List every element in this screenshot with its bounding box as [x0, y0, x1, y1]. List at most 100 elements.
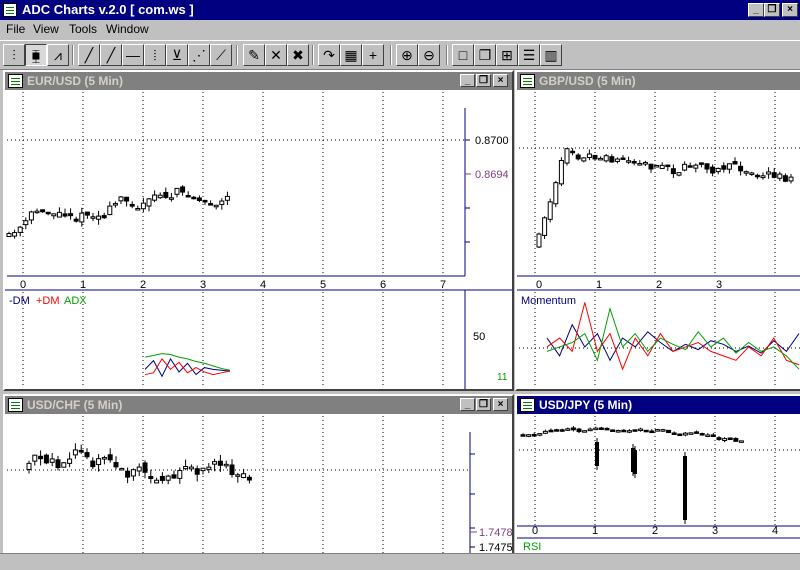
- speed-lines-button[interactable]: ⟋: [210, 44, 232, 66]
- candle-down: [576, 428, 582, 433]
- menu-view[interactable]: View: [33, 22, 59, 36]
- eurusd-maximize-button[interactable]: ❐: [476, 74, 491, 87]
- candle-down: [107, 454, 113, 461]
- eurusd-close-button[interactable]: ×: [493, 74, 508, 87]
- restore-button[interactable]: ❐: [764, 3, 780, 17]
- candle-up: [553, 182, 559, 205]
- refresh-button[interactable]: ↷: [318, 44, 340, 66]
- x-tick-label: 2: [652, 525, 658, 537]
- usdchf-chart-window[interactable]: USD/CHF (5 Min) _ ❐ × 1.7478 1.7475: [3, 394, 514, 556]
- candle-down: [78, 449, 84, 453]
- cascade-button[interactable]: ❐: [474, 44, 496, 66]
- gann-fan-button[interactable]: ⋰: [188, 44, 210, 66]
- candle-up: [118, 196, 124, 202]
- candle-up: [693, 164, 699, 169]
- candle-down: [68, 213, 74, 217]
- usdchf-minimize-button[interactable]: _: [460, 398, 475, 411]
- gbpusd-title-bar[interactable]: GBP/USD (5 Min): [517, 72, 800, 90]
- menu-tools[interactable]: Tools: [69, 22, 97, 36]
- grid-button[interactable]: ▦: [340, 44, 362, 66]
- eurusd-minimize-button[interactable]: _: [460, 74, 475, 87]
- x-tick-label: 1: [80, 279, 86, 291]
- eurusd-window-title: EUR/USD (5 Min): [27, 74, 123, 88]
- bar-chart-button[interactable]: ⫶: [3, 44, 25, 66]
- candle-down: [229, 464, 235, 476]
- candlestick-button[interactable]: ⧯: [25, 44, 47, 66]
- candle-down: [217, 460, 223, 466]
- candle-up: [777, 173, 783, 179]
- candle-up: [67, 458, 73, 464]
- zoom-out-button[interactable]: ⊖: [418, 44, 440, 66]
- candle-up: [112, 203, 118, 206]
- gbpusd-chart-svg[interactable]: 0 1 2 3 Momentum: [517, 90, 800, 389]
- tile-button[interactable]: ⊞: [496, 44, 518, 66]
- tile-vertical-button[interactable]: ▥: [540, 44, 562, 66]
- candle-down: [531, 433, 537, 437]
- menu-file[interactable]: File: [6, 22, 25, 36]
- minimize-button[interactable]: _: [748, 3, 764, 17]
- candle-up: [72, 449, 78, 456]
- eurusd-chart-window[interactable]: EUR/USD (5 Min) _ ❐ × 0 1 2 3 4 5 6 7 0.8700 0.86…: [3, 70, 514, 391]
- gbpusd-plot-area[interactable]: 0 1 2 3 Momentum: [517, 90, 800, 389]
- delete-button[interactable]: ✕: [265, 44, 287, 66]
- usdchf-chart-svg[interactable]: 1.74781.7475: [5, 414, 512, 556]
- gbpusd-chart-window[interactable]: GBP/USD (5 Min) 0 1 2 3 Momentum: [515, 70, 800, 391]
- candle-up: [6, 233, 12, 238]
- crosshair-button[interactable]: +: [362, 44, 384, 66]
- candle-up: [760, 175, 766, 179]
- single-window-button[interactable]: □: [452, 44, 474, 66]
- momentum-line-0: [546, 323, 800, 362]
- horizontal-line-button[interactable]: —: [122, 44, 144, 66]
- candle-down: [666, 429, 672, 434]
- candle-up: [157, 194, 163, 199]
- usdjpy-chart-svg[interactable]: 0 1 2 3 4 RSI: [517, 414, 800, 556]
- eurusd-title-bar[interactable]: EUR/USD (5 Min) _ ❐ ×: [5, 72, 512, 90]
- eurusd-plot-area[interactable]: 0 1 2 3 4 5 6 7 0.8700 0.8694 -DM +DM ADX 50 11: [5, 90, 512, 389]
- candle-up: [224, 195, 230, 201]
- candle-down: [73, 218, 79, 222]
- candle-up: [219, 200, 225, 205]
- line-chart-button[interactable]: ⩘: [47, 44, 69, 66]
- close-button[interactable]: ×: [782, 3, 798, 17]
- candle-up: [26, 462, 32, 471]
- usdjpy-chart-window[interactable]: USD/JPY (5 Min) 0 1 2 3 4 RSI: [515, 394, 800, 556]
- delete-all-button[interactable]: ✖: [287, 44, 309, 66]
- fibonacci-fan-button[interactable]: ⊻: [166, 44, 188, 66]
- candle-up: [235, 474, 241, 477]
- candle-up: [136, 466, 142, 472]
- candle-up: [542, 217, 548, 236]
- usdjpy-title-bar[interactable]: USD/JPY (5 Min): [517, 396, 800, 414]
- trendline-button[interactable]: ╱: [78, 44, 100, 66]
- toolbar-separator: [312, 45, 314, 65]
- usdjpy-plot-area[interactable]: 0 1 2 3 4 RSI: [517, 414, 800, 556]
- candle-down: [710, 166, 716, 174]
- candle-up: [135, 208, 141, 211]
- candle-down: [194, 468, 200, 475]
- zoom-in-button[interactable]: ⊕: [396, 44, 418, 66]
- usdchf-close-button[interactable]: ×: [493, 398, 508, 411]
- usdchf-maximize-button[interactable]: ❐: [476, 398, 491, 411]
- chart-window-icon: [8, 398, 23, 412]
- eurusd-chart-svg[interactable]: 0 1 2 3 4 5 6 7 0.8700 0.8694 -DM +DM ADX 50 11: [5, 90, 512, 389]
- candle-down: [733, 437, 739, 442]
- candle-down: [124, 196, 130, 202]
- x-tick-label: 2: [140, 279, 146, 291]
- candle-up: [34, 210, 40, 214]
- usdchf-title-bar[interactable]: USD/CHF (5 Min) _ ❐ ×: [5, 396, 512, 414]
- vertical-lines-button[interactable]: ⦙: [144, 44, 166, 66]
- usdchf-plot-area[interactable]: 1.7478 1.7475: [5, 414, 512, 556]
- tile-horizontal-button[interactable]: ☰: [518, 44, 540, 66]
- yellow-line-button[interactable]: ╱: [100, 44, 122, 66]
- candle-up: [547, 201, 553, 220]
- candle-up: [676, 172, 682, 176]
- candle-up: [642, 161, 648, 165]
- candle-up: [17, 226, 23, 233]
- menu-window[interactable]: Window: [106, 22, 149, 36]
- pencil-button[interactable]: ✎: [243, 44, 265, 66]
- x-tick-label: 1: [592, 525, 598, 537]
- candle-down: [159, 475, 165, 481]
- candle-up: [152, 194, 158, 201]
- candle-down: [40, 209, 46, 213]
- x-tick-label: 3: [712, 525, 718, 537]
- candle-up: [183, 466, 189, 470]
